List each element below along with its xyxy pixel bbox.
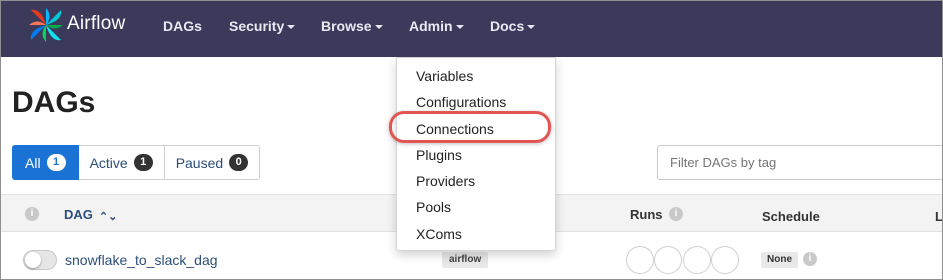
runs-info-icon[interactable]: i	[669, 207, 683, 221]
brand-name[interactable]: Airflow	[67, 13, 125, 35]
run-status-circle[interactable]	[711, 246, 739, 274]
nav-docs-label: Docs	[490, 18, 525, 34]
menu-item-pools[interactable]: Pools	[416, 199, 451, 215]
chevron-down-icon	[374, 25, 383, 30]
menu-item-plugins[interactable]: Plugins	[416, 147, 462, 163]
page-title: DAGs	[12, 86, 96, 119]
column-header-dag-label: DAG	[64, 207, 93, 222]
menu-item-variables[interactable]: Variables	[416, 68, 473, 84]
schedule-badge: None	[761, 252, 798, 268]
nav-browse[interactable]: Browse	[321, 18, 383, 34]
schedule-info-icon[interactable]: i	[803, 252, 817, 266]
chevron-down-icon	[287, 25, 296, 30]
nav-docs[interactable]: Docs	[490, 18, 536, 34]
menu-item-configurations[interactable]: Configurations	[416, 94, 506, 110]
airflow-pinwheel-logo	[29, 8, 63, 42]
filter-active-button[interactable]: Active 1	[78, 145, 165, 180]
filter-paused-count-badge: 0	[229, 154, 249, 171]
column-header-schedule: Schedule	[762, 209, 820, 224]
filter-paused-button[interactable]: Paused 0	[164, 145, 261, 180]
column-header-last-run: L	[935, 209, 943, 224]
tag-filter-input[interactable]	[657, 145, 942, 180]
sort-icon[interactable]: ⌃⌄	[99, 210, 117, 223]
filter-all-button[interactable]: All 1	[12, 145, 79, 180]
nav-security-label: Security	[229, 18, 285, 34]
dag-tag-badge[interactable]: airflow	[442, 252, 489, 268]
run-status-circle[interactable]	[683, 246, 711, 274]
run-status-circle[interactable]	[654, 246, 682, 274]
menu-item-connections[interactable]: Connections	[416, 121, 494, 137]
dag-link[interactable]: snowflake_to_slack_dag	[65, 252, 218, 268]
filter-active-count-badge: 1	[133, 154, 153, 171]
filter-all-label: All	[25, 154, 41, 171]
chevron-down-icon	[527, 25, 536, 30]
column-header-dag[interactable]: DAG ⌃⌄	[64, 207, 117, 223]
nav-admin[interactable]: Admin	[409, 18, 464, 34]
menu-item-providers[interactable]: Providers	[416, 173, 475, 189]
menu-item-xcoms[interactable]: XComs	[416, 226, 462, 242]
filter-paused-label: Paused	[175, 154, 224, 171]
filter-active-label: Active	[89, 154, 128, 171]
info-icon[interactable]: i	[25, 207, 39, 221]
column-header-runs-label: Runs	[630, 207, 663, 222]
airflow-window: Airflow DAGs Security Browse Admin Docs …	[0, 0, 943, 280]
nav-admin-label: Admin	[409, 18, 453, 34]
status-filter-group: All 1 Active 1 Paused 0	[12, 145, 261, 180]
nav-browse-label: Browse	[321, 18, 372, 34]
brand[interactable]	[27, 5, 65, 45]
nav-dags[interactable]: DAGs	[163, 18, 202, 34]
admin-dropdown-menu: Variables Configurations Connections Plu…	[396, 57, 556, 251]
chevron-down-icon	[455, 25, 464, 30]
top-navbar: Airflow DAGs Security Browse Admin Docs	[1, 1, 942, 57]
column-header-runs: Runs	[630, 207, 663, 222]
dag-pause-toggle[interactable]	[23, 250, 57, 270]
nav-security[interactable]: Security	[229, 18, 296, 34]
nav-dags-label: DAGs	[163, 18, 202, 34]
run-status-circle[interactable]	[626, 246, 654, 274]
filter-all-count-badge: 1	[46, 154, 66, 171]
